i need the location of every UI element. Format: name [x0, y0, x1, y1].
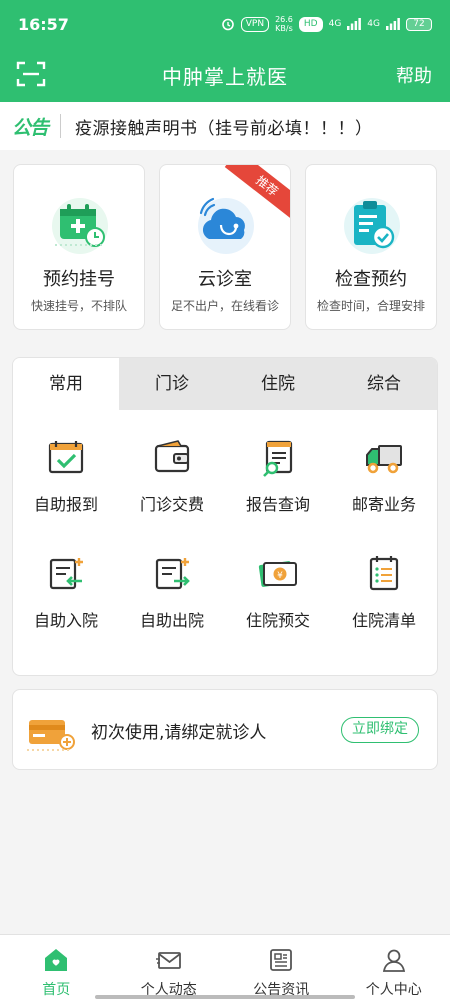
user-icon	[382, 949, 405, 972]
card-subtitle: 快速挂号，不排队	[30, 299, 127, 313]
services-panel: 常用 门诊 住院 综合 自助报到 门诊交费 报告查询 邮寄业务 自助入院 自助出…	[12, 357, 438, 676]
service-label: 自助报到	[33, 495, 98, 514]
service-label: 邮寄业务	[351, 495, 416, 514]
service-self-admission[interactable]: 自助入院	[13, 553, 119, 649]
card-subtitle: 检查时间，合理安排	[316, 299, 425, 313]
notice-bar[interactable]: 公告 疫源接触声明书（挂号前必填！！！）	[0, 102, 450, 150]
service-label: 住院清单	[351, 611, 416, 630]
service-tabs: 常用 门诊 住院 综合	[13, 358, 437, 410]
service-report-query[interactable]: 报告查询	[225, 437, 331, 533]
id-card-icon	[27, 720, 75, 751]
service-label: 报告查询	[245, 495, 310, 514]
clipboard-check-icon	[344, 198, 400, 254]
tab-common[interactable]: 常用	[13, 358, 119, 410]
service-label: 自助出院	[139, 611, 204, 630]
wallet-icon	[154, 440, 190, 473]
bind-prompt-text: 初次使用,请绑定就诊人	[91, 723, 267, 743]
battery-icon: 72	[406, 17, 432, 31]
discharge-icon	[155, 558, 190, 590]
home-icon	[45, 949, 68, 971]
card-exam-booking[interactable]: 检查预约 检查时间，合理安排	[305, 164, 437, 330]
service-label: 住院预交	[245, 611, 310, 630]
card-appointment[interactable]: 预约挂号 快速挂号，不排队	[13, 164, 145, 330]
alarm-icon	[221, 18, 234, 31]
calendar-add-icon	[52, 198, 108, 254]
status-time: 16:57	[18, 14, 69, 34]
service-label: 门诊交费	[139, 495, 204, 514]
tabbar-news[interactable]: 公告资讯	[225, 935, 338, 1003]
scan-icon[interactable]	[16, 60, 46, 88]
mail-icon	[155, 952, 181, 969]
truck-icon	[366, 445, 402, 474]
network-1: 4G	[328, 19, 342, 29]
admission-icon	[49, 558, 83, 590]
bottom-tab-bar: 首页 个人动态 公告资讯 个人中心	[0, 934, 450, 1003]
hd-indicator: HD	[298, 16, 323, 32]
bind-now-button[interactable]: 立即绑定	[341, 717, 419, 743]
report-search-icon	[263, 440, 293, 477]
service-self-checkin[interactable]: 自助报到	[13, 437, 119, 533]
network-2: 4G	[367, 19, 380, 29]
money-icon: ¥	[258, 561, 297, 587]
tab-inpatient[interactable]: 住院	[225, 358, 331, 410]
tabbar-activity[interactable]: 个人动态	[113, 935, 226, 1003]
service-inpatient-list[interactable]: 住院清单	[331, 553, 437, 649]
tab-outpatient[interactable]: 门诊	[119, 358, 225, 410]
feature-cards: 预约挂号 快速挂号，不排队 推荐 云诊室 足不出户，在线看诊 检查预约 检查时间…	[0, 150, 450, 344]
tab-general[interactable]: 综合	[331, 358, 437, 410]
service-mail[interactable]: 邮寄业务	[331, 437, 437, 533]
status-icons: VPN 26.6 KB/s HD 4G 4G 72	[221, 15, 432, 33]
service-inpatient-deposit[interactable]: ¥ 住院预交	[225, 553, 331, 649]
signal-icon	[386, 18, 400, 30]
notice-divider	[60, 114, 62, 138]
news-icon	[270, 949, 293, 971]
notice-tag: 公告	[12, 116, 49, 139]
help-button[interactable]: 帮助	[396, 62, 432, 88]
bind-patient-banner[interactable]: 初次使用,请绑定就诊人 立即绑定	[12, 689, 438, 770]
service-label: 自助入院	[33, 611, 98, 630]
notice-text[interactable]: 疫源接触声明书（挂号前必填！！！）	[75, 114, 373, 139]
card-title: 检查预约	[335, 269, 407, 290]
tabbar-profile[interactable]: 个人中心	[338, 935, 450, 1003]
vpn-indicator: VPN	[240, 16, 270, 32]
calendar-check-icon	[48, 441, 84, 474]
card-subtitle: 足不出户，在线看诊	[170, 299, 279, 313]
card-title: 云诊室	[198, 269, 252, 290]
signal-icon	[347, 18, 362, 30]
svg-text:¥: ¥	[277, 571, 283, 581]
page-title: 中肿掌上就医	[162, 64, 288, 89]
tabbar-home[interactable]: 首页	[0, 935, 113, 1003]
home-indicator	[95, 995, 355, 999]
list-icon	[369, 556, 399, 591]
nav-bar: 中肿掌上就医 帮助	[0, 48, 450, 102]
service-outpatient-pay[interactable]: 门诊交费	[119, 437, 225, 533]
app-header: 16:57 VPN 26.6 KB/s HD 4G 4G 72 中肿掌上就医 帮…	[0, 0, 450, 102]
net-speed: 26.6 KB/s	[275, 15, 293, 33]
status-bar: 16:57 VPN 26.6 KB/s HD 4G 4G 72	[0, 0, 450, 48]
cloud-stethoscope-icon	[198, 197, 254, 254]
card-cloud-clinic[interactable]: 推荐 云诊室 足不出户，在线看诊	[159, 164, 291, 330]
card-title: 预约挂号	[43, 269, 115, 290]
service-self-discharge[interactable]: 自助出院	[119, 553, 225, 649]
